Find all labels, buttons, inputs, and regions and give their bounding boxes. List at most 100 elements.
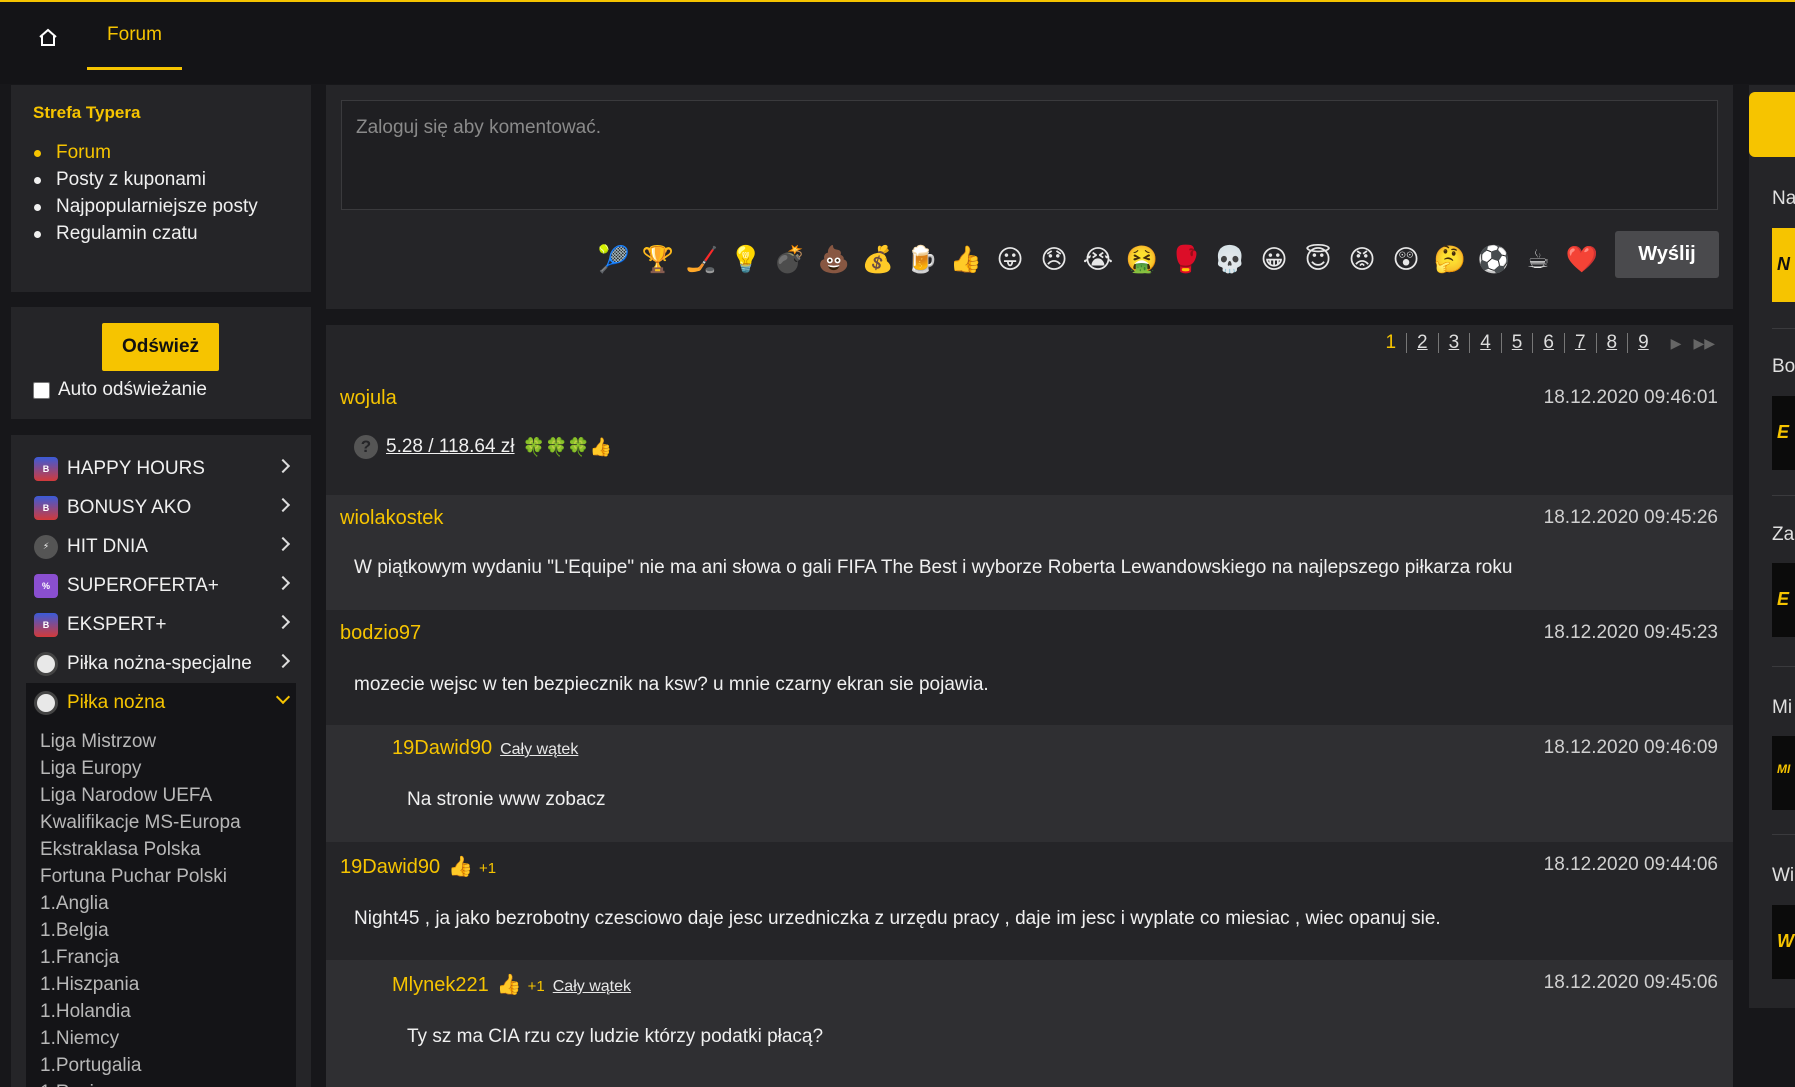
page-link[interactable]: 7	[1563, 333, 1596, 353]
post-text: Na stronie www zobacz	[407, 789, 606, 810]
post-username[interactable]: wojula	[340, 387, 397, 410]
emoji-button[interactable]: 🎾	[592, 240, 636, 278]
category-superoferta[interactable]: % SUPEROFERTA+	[26, 566, 296, 605]
page-link[interactable]: 5	[1500, 333, 1533, 353]
emoji-button[interactable]: 🏒	[680, 240, 724, 278]
post-username[interactable]: Mlynek221 👍 +1 Cały wątek	[392, 972, 631, 997]
emoji-button[interactable]: ☕	[1516, 240, 1560, 278]
emoji-button[interactable]: 💩	[812, 240, 856, 278]
thumbs-up-icon[interactable]: 👍	[448, 856, 473, 878]
category-label: EKSPERT+	[67, 613, 167, 635]
emoji-button[interactable]: 👍	[944, 240, 988, 278]
emoji-button[interactable]: 💀	[1208, 240, 1252, 278]
post-date: 18.12.2020 09:45:23	[1543, 622, 1718, 643]
full-thread-link[interactable]: Cały wątek	[500, 741, 578, 758]
chevron-right-icon	[275, 614, 291, 630]
page-link[interactable]: 1	[1375, 333, 1406, 353]
comment-input[interactable]: Zaloguj się aby komentować.	[341, 100, 1718, 210]
forum-post: wojula 18.12.2020 09:46:01 ? 5.28 / 118.…	[326, 375, 1733, 495]
emoji-button[interactable]: 🥊	[1164, 240, 1208, 278]
emoji-button[interactable]: 🍺	[900, 240, 944, 278]
home-icon[interactable]	[36, 26, 60, 50]
reaction-icons: 🍀🍀🍀👍	[522, 436, 613, 457]
chevron-right-icon	[275, 458, 291, 474]
emoji-button[interactable]: 😞	[1032, 240, 1076, 278]
emoji-button[interactable]: 😭	[1076, 240, 1120, 278]
coupon-link[interactable]: 5.28 / 118.64 zł	[386, 436, 515, 458]
bonus-icon: B	[34, 495, 58, 520]
category-pilka-nozna[interactable]: Piłka nożna	[26, 683, 296, 722]
emoji-button[interactable]: 😇	[1296, 240, 1340, 278]
subcategory-item[interactable]: 1.Hiszpania	[40, 971, 296, 998]
auto-refresh-checkbox[interactable]	[33, 381, 50, 399]
promo-thumbnail-text: E	[1777, 589, 1790, 609]
promo-thumbnail[interactable]: W	[1772, 905, 1795, 979]
subcategory-item[interactable]: 1.Niemcy	[40, 1025, 296, 1052]
refresh-button[interactable]: Odśwież	[102, 323, 219, 371]
post-text: mozecie wejsc w ten bezpiecznik na ksw? …	[354, 674, 989, 695]
promo-thumbnail[interactable]: N	[1772, 228, 1795, 302]
category-pilka-nozna-specjalne[interactable]: Piłka nożna-specjalne	[26, 644, 296, 683]
emoji-button[interactable]: 💣	[768, 240, 812, 278]
page-link[interactable]: 9	[1627, 333, 1659, 353]
subcategory-item[interactable]: Fortuna Puchar Polski	[40, 863, 296, 890]
post-username[interactable]: 19Dawid90 👍 +1	[340, 854, 496, 879]
category-label: Piłka nożna	[67, 691, 166, 713]
emoji-button[interactable]: 💡	[724, 240, 768, 278]
emoji-button[interactable]: 😲	[1384, 240, 1428, 278]
category-bonusy-ako[interactable]: B BONUSY AKO	[26, 488, 296, 527]
sidebar-link-coupon-posts[interactable]: Posty z kuponami	[33, 166, 289, 193]
subcategory-item[interactable]: Liga Mistrzow	[40, 728, 296, 755]
emoji-button[interactable]: 😛	[988, 240, 1032, 278]
auto-refresh-toggle[interactable]: Auto odświeżanie	[33, 379, 207, 401]
page-link[interactable]: 4	[1469, 333, 1501, 353]
page-link[interactable]: 3	[1437, 333, 1470, 353]
send-button[interactable]: Wyślij	[1615, 231, 1719, 278]
username-text[interactable]: 19Dawid90	[340, 856, 440, 878]
post-username[interactable]: 19Dawid90 Cały wątek	[392, 737, 578, 760]
username-text[interactable]: 19Dawid90	[392, 737, 492, 759]
subcategory-item[interactable]: 1.Rosja	[40, 1079, 296, 1087]
next-page-icon[interactable]: ▶	[1671, 335, 1682, 352]
subcategory-item[interactable]: 1.Holandia	[40, 998, 296, 1025]
emoji-button[interactable]: 😡	[1340, 240, 1384, 278]
subcategory-item[interactable]: 1.Francja	[40, 944, 296, 971]
promo-thumbnail[interactable]: E	[1772, 396, 1795, 470]
subcategory-item[interactable]: Liga Europy	[40, 755, 296, 782]
sidebar-link-forum[interactable]: Forum	[33, 139, 289, 166]
subcategory-item[interactable]: Kwalifikacje MS-Europa	[40, 809, 296, 836]
emoji-button[interactable]: 💰	[856, 240, 900, 278]
subcategory-item[interactable]: 1.Anglia	[40, 890, 296, 917]
page-link[interactable]: 6	[1532, 333, 1564, 353]
promo-thumbnail[interactable]: MI	[1772, 736, 1795, 810]
username-text[interactable]: Mlynek221	[392, 974, 489, 996]
last-page-icon[interactable]: ▶▶	[1693, 335, 1715, 352]
sidebar-link-popular-posts[interactable]: Najpopularniejsze posty	[33, 193, 289, 220]
like-count: +1	[478, 860, 497, 877]
category-hit-dnia[interactable]: ⚡ HIT DNIA	[26, 527, 296, 566]
emoji-button[interactable]: 🤔	[1428, 240, 1472, 278]
promo-label: Bo	[1772, 356, 1795, 377]
post-date: 18.12.2020 09:44:06	[1543, 854, 1718, 875]
promo-thumbnail[interactable]: E	[1772, 563, 1795, 637]
subcategory-item[interactable]: Liga Narodow UEFA	[40, 782, 296, 809]
page-link[interactable]: 2	[1406, 333, 1438, 353]
page-link[interactable]: 8	[1595, 333, 1628, 353]
sidebar-link-chat-rules[interactable]: Regulamin czatu	[33, 220, 289, 247]
subcategory-item[interactable]: 1.Portugalia	[40, 1052, 296, 1079]
emoji-button[interactable]: ❤️	[1560, 240, 1604, 278]
post-username[interactable]: bodzio97	[340, 622, 421, 645]
emoji-button[interactable]: ⚽	[1472, 240, 1516, 278]
promo-banner[interactable]	[1749, 92, 1795, 157]
category-happy-hours[interactable]: B HAPPY HOURS	[26, 449, 296, 488]
post-username[interactable]: wiolakostek	[340, 507, 443, 530]
thumbs-up-icon[interactable]: 👍	[497, 974, 522, 996]
subcategory-item[interactable]: Ekstraklasa Polska	[40, 836, 296, 863]
tab-forum[interactable]: Forum	[87, 12, 182, 70]
emoji-button[interactable]: 😀	[1252, 240, 1296, 278]
category-ekspert[interactable]: B EKSPERT+	[26, 605, 296, 644]
emoji-button[interactable]: 🤮	[1120, 240, 1164, 278]
subcategory-item[interactable]: 1.Belgia	[40, 917, 296, 944]
full-thread-link[interactable]: Cały wątek	[553, 978, 631, 995]
emoji-button[interactable]: 🏆	[636, 240, 680, 278]
